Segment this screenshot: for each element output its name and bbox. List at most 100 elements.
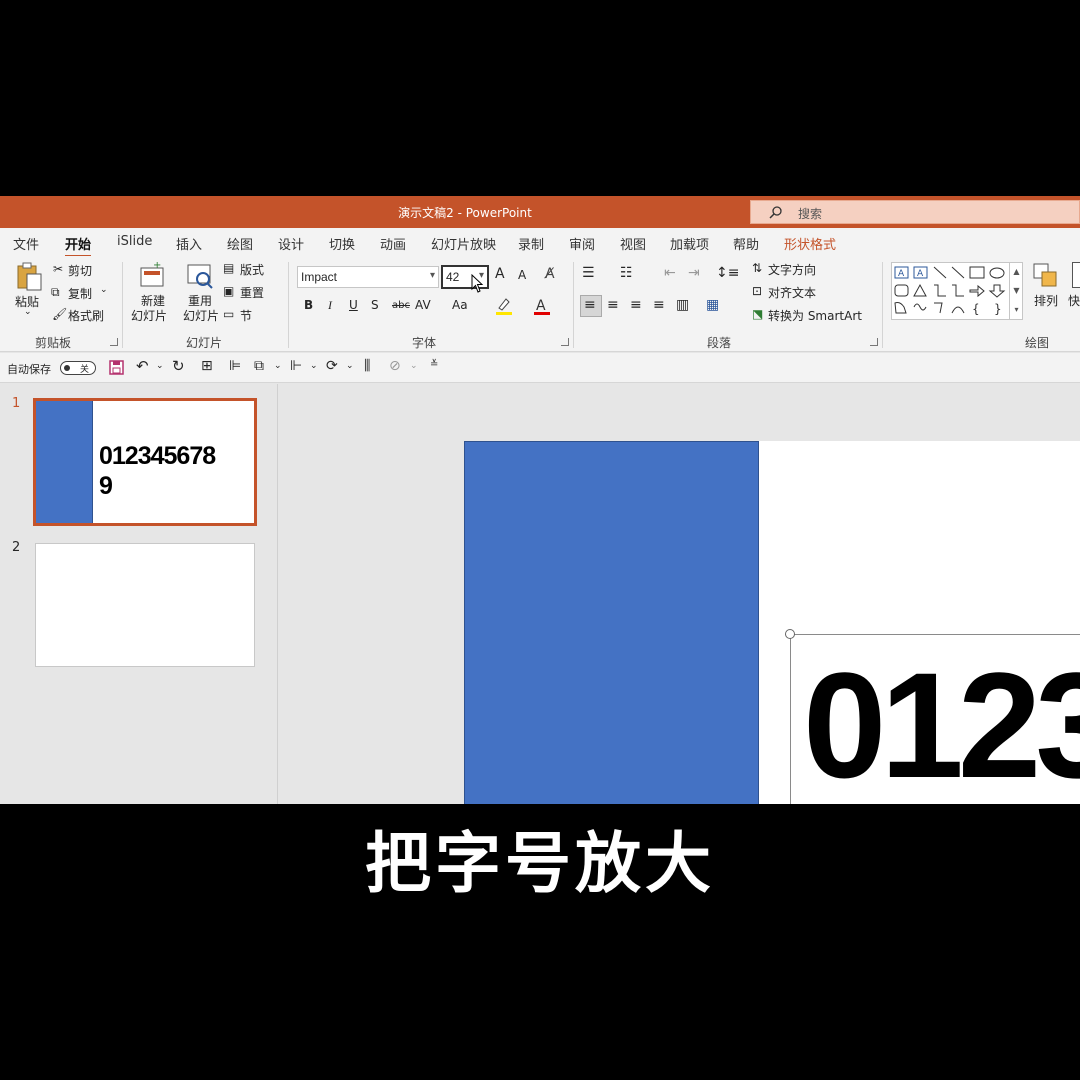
group-separator: [122, 262, 123, 348]
align-right-icon[interactable]: ≡: [630, 297, 642, 313]
italic-button[interactable]: I: [328, 298, 332, 313]
ribbon-tabs: 文件 开始 iSlide 插入 绘图 设计 切换 动画 幻灯片放映 录制 审阅 …: [0, 228, 1080, 258]
text-box-selection[interactable]: 0123: [790, 634, 1080, 804]
text-direction-button[interactable]: 文字方向: [768, 261, 816, 278]
bold-button[interactable]: B: [304, 298, 313, 312]
distributed-icon[interactable]: ▥: [676, 297, 689, 313]
customize-qat-icon[interactable]: ≚: [430, 359, 438, 370]
reset-button[interactable]: 重置: [240, 284, 264, 301]
shapes-gallery[interactable]: A A { }: [891, 262, 1023, 320]
align-text-button[interactable]: 对齐文本: [768, 284, 816, 301]
powerpoint-window: 演示文稿2 - PowerPoint 搜索 文件 开始 iSlide 插入 绘图…: [0, 196, 1080, 804]
slideshow-icon[interactable]: ⊞: [201, 358, 213, 374]
group-objects-icon[interactable]: ⧉: [254, 358, 264, 374]
decrease-indent-icon[interactable]: ⇤: [664, 265, 676, 281]
title-bar: 演示文稿2 - PowerPoint 搜索: [0, 196, 1080, 228]
tab-insert[interactable]: 插入: [176, 234, 202, 253]
section-button[interactable]: 节: [240, 307, 252, 324]
rotate-icon[interactable]: ⟳: [326, 358, 338, 374]
shadow-button[interactable]: S: [371, 298, 379, 312]
line-spacing-icon[interactable]: ↕≡: [716, 265, 739, 281]
font-size-value: 42: [446, 270, 460, 284]
convert-smartart-button[interactable]: 转换为 SmartArt: [768, 307, 862, 324]
arrange-button[interactable]: 排列: [1034, 292, 1058, 309]
undo-icon[interactable]: ↶: [136, 357, 149, 375]
align-left-objects-icon[interactable]: ⊩: [290, 358, 302, 374]
numbering-icon[interactable]: ☷: [620, 265, 633, 281]
layout-button[interactable]: 版式: [240, 261, 264, 278]
blue-rectangle-shape[interactable]: [464, 441, 759, 804]
format-painter-icon: 🖌: [52, 307, 68, 321]
align-center-icon[interactable]: ≡: [607, 297, 619, 313]
section-icon: ▭: [223, 307, 235, 321]
tab-help[interactable]: 帮助: [733, 234, 759, 253]
tab-islide[interactable]: iSlide: [117, 234, 152, 249]
change-case-button[interactable]: Aa: [452, 298, 468, 312]
tab-design[interactable]: 设计: [278, 234, 304, 253]
slide-thumbnail-1[interactable]: 012345678 9: [33, 398, 257, 526]
gallery-scroll[interactable]: ▲ ▼ ▾: [1009, 262, 1023, 320]
clear-formatting-icon[interactable]: A̸: [545, 266, 555, 282]
font-color-icon[interactable]: A: [532, 296, 552, 316]
distribute-icon[interactable]: ⫼: [364, 358, 370, 374]
rotate-dropdown-icon[interactable]: ⌄: [346, 361, 354, 371]
clipboard-launcher-icon[interactable]: [110, 338, 118, 346]
group-separator: [882, 262, 883, 348]
slide-thumbnail-2[interactable]: [35, 543, 255, 667]
grow-font-button[interactable]: A: [495, 266, 505, 282]
paste-dropdown-icon[interactable]: ⌄: [24, 307, 32, 317]
save-icon[interactable]: [109, 360, 124, 375]
bullets-icon[interactable]: ☰: [582, 265, 595, 281]
new-slide-button[interactable]: 幻灯片: [131, 307, 167, 324]
tab-home[interactable]: 开始: [65, 234, 92, 258]
tab-file[interactable]: 文件: [13, 234, 39, 253]
highlight-icon[interactable]: [494, 296, 514, 316]
quick-access-toolbar: 自动保存 关 ↶ ⌄ ↻ ⊞ ⊫ ⧉ ⌄ ⊩ ⌄ ⟳ ⌄ ⫼ ⊘ ⌄ ≚: [0, 353, 1080, 383]
align-objects-icon[interactable]: ⊫: [229, 358, 241, 374]
copy-button[interactable]: 复制: [68, 285, 92, 302]
merge-shapes-icon[interactable]: ⊘: [389, 358, 401, 374]
tab-animations[interactable]: 动画: [380, 234, 406, 253]
merge-dropdown-icon[interactable]: ⌄: [410, 361, 418, 371]
font-name-combobox[interactable]: Impact ▾: [297, 266, 439, 288]
tab-addins[interactable]: 加载项: [670, 234, 709, 253]
shrink-font-button[interactable]: A: [518, 268, 526, 282]
autosave-toggle[interactable]: 关: [60, 361, 96, 375]
tab-record[interactable]: 录制: [518, 234, 544, 253]
chevron-down-icon[interactable]: ▾: [430, 270, 435, 281]
increase-indent-icon[interactable]: ⇥: [688, 265, 700, 281]
text-direction-icon: ⇅: [752, 261, 763, 275]
quick-styles-button[interactable]: 快: [1068, 292, 1080, 309]
group-dropdown-icon[interactable]: ⌄: [274, 361, 282, 371]
columns-icon[interactable]: ▦: [706, 297, 719, 313]
clipboard-group-label: 剪贴板: [35, 336, 72, 350]
reuse-slides-button[interactable]: 幻灯片: [183, 307, 219, 324]
undo-dropdown-icon[interactable]: ⌄: [156, 361, 164, 371]
tab-shape-format[interactable]: 形状格式: [784, 234, 836, 253]
underline-button[interactable]: U: [349, 298, 358, 312]
autosave-state: 关: [80, 365, 90, 375]
svg-text:A: A: [898, 269, 905, 279]
tab-view[interactable]: 视图: [620, 234, 646, 253]
align-dropdown-icon[interactable]: ⌄: [310, 361, 318, 371]
group-separator: [288, 262, 289, 348]
redo-icon[interactable]: ↻: [172, 357, 185, 375]
font-launcher-icon[interactable]: [561, 338, 569, 346]
character-spacing-button[interactable]: AV: [415, 298, 431, 312]
paragraph-launcher-icon[interactable]: [870, 338, 878, 346]
copy-dropdown-icon[interactable]: ⌄: [100, 285, 108, 295]
justify-icon[interactable]: ≡: [653, 297, 665, 313]
format-painter-button[interactable]: 格式刷: [68, 307, 104, 324]
thumb-text-line2: 9: [99, 472, 113, 500]
svg-text:A: A: [917, 269, 924, 279]
current-slide[interactable]: 0123: [464, 441, 1080, 804]
search-box[interactable]: 搜索: [750, 200, 1080, 224]
tab-slideshow[interactable]: 幻灯片放映: [431, 234, 496, 253]
tab-draw[interactable]: 绘图: [227, 234, 253, 253]
tab-transitions[interactable]: 切换: [329, 234, 355, 253]
tab-review[interactable]: 审阅: [569, 234, 595, 253]
resize-handle[interactable]: [785, 629, 795, 639]
cut-button[interactable]: 剪切: [68, 262, 92, 279]
reuse-slides-icon: [187, 264, 213, 289]
strikethrough-button[interactable]: abc: [392, 300, 410, 311]
